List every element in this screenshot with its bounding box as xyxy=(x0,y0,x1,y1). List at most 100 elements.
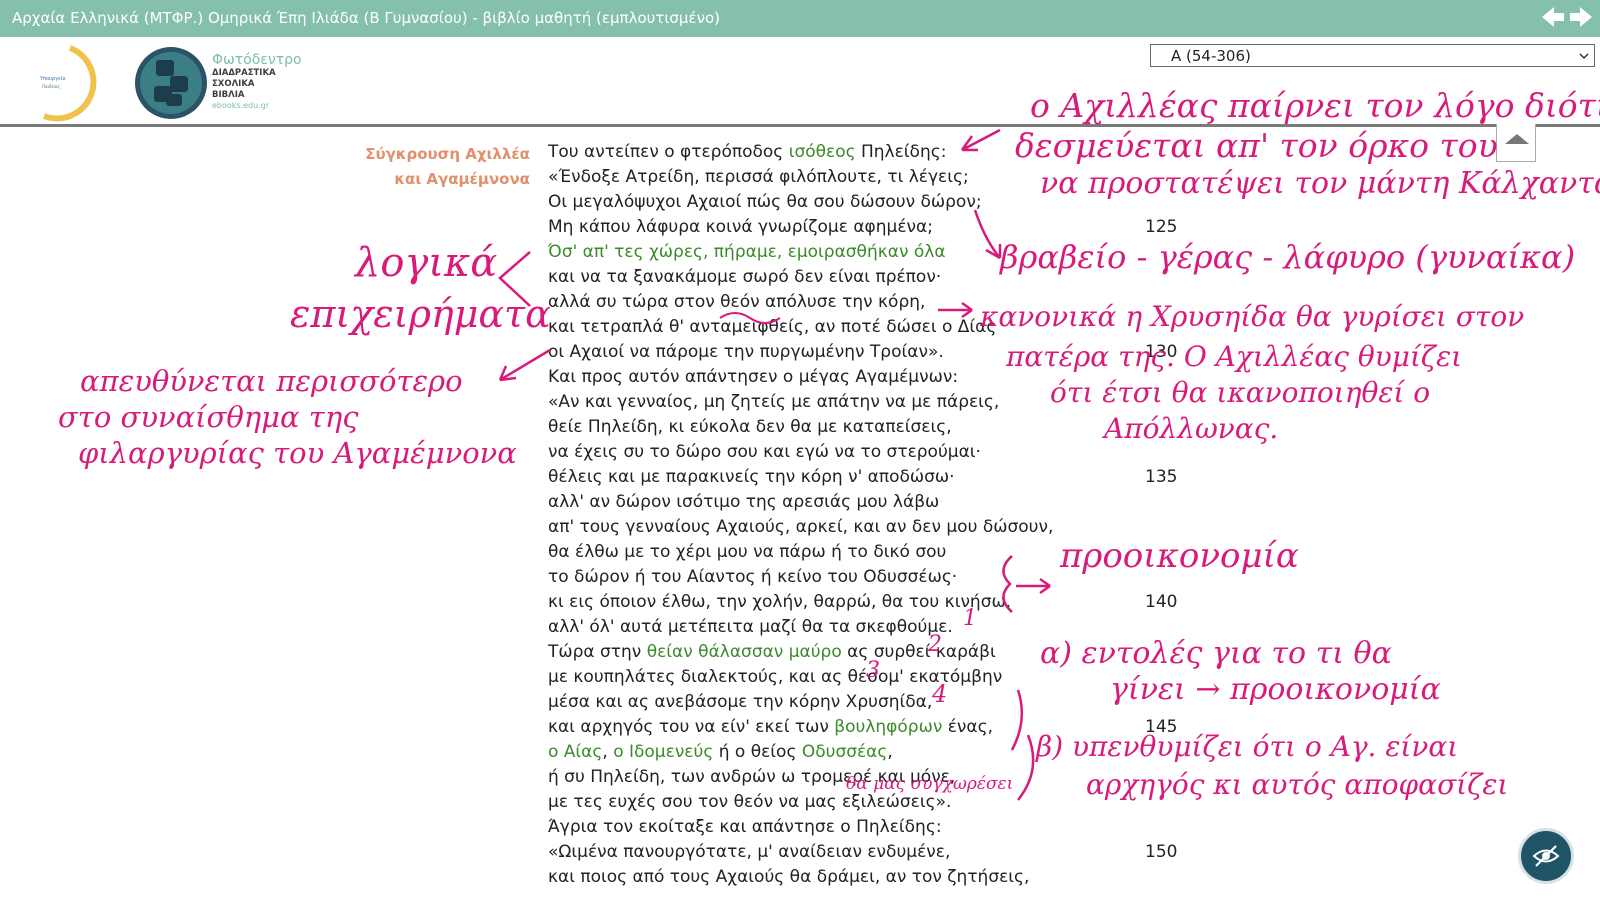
svg-text:Υπουργείο: Υπουργείο xyxy=(39,75,66,82)
poem-text-segment: και να τα ξανακάμομε σωρό δεν είναι πρέπ… xyxy=(548,267,942,287)
poem-line: Άγρια τον εκοίταξε και απάντησε ο Πηλείδ… xyxy=(548,815,1148,840)
poem-line: οι Αχαιοί να πάρομε την πυργωμένην Τροία… xyxy=(548,340,1148,365)
section-title-line-2: και Αγαμέμνονα xyxy=(394,170,530,188)
glossary-term[interactable]: ο Ιδομενεύς xyxy=(613,742,713,762)
poem-text-segment: κι εις όποιον έλθω, την χολήν, θαρρώ, θα… xyxy=(548,592,1012,612)
poem-text-segment: και ποιος από τους Αχαιούς θα δράμει, αν… xyxy=(548,867,1030,887)
poem-text-segment: θείε Πηλείδη, κι εύκολα δεν θα με καταπε… xyxy=(548,417,952,437)
poem-text-segment: να έχεις συ το δώρο σου και εγώ να το στ… xyxy=(548,442,981,462)
poem-line: «Αν και γενναίος, μη ζητείς με απάτην να… xyxy=(548,390,1148,415)
line-number: 140 xyxy=(1145,592,1178,612)
poem-line: με κουπηλάτες διαλεκτούς, και ας θέσομ' … xyxy=(548,665,1148,690)
eye-slash-icon xyxy=(1532,845,1560,867)
poem-text-segment: το δώρον ή του Αίαντος ή κείνο του Οδυσσ… xyxy=(548,567,958,587)
poem-text-segment: θέλεις και με παρακινείς την κόρη ν' απο… xyxy=(548,467,955,487)
poem-line: το δώρον ή του Αίαντος ή κείνο του Οδυσσ… xyxy=(548,565,1148,590)
poem-text-segment: μέσα και ας ανεβάσομε την κόρην Χρυσηίδα… xyxy=(548,692,933,712)
line-number: 150 xyxy=(1145,842,1178,862)
poem-text-segment: με κουπηλάτες διαλεκτούς, και ας θέσομ' … xyxy=(548,667,1003,687)
poem-text-segment: θα έλθω με το χέρι μου να πάρω ή το δικό… xyxy=(548,542,947,562)
brand-sub-2: ΣΧΟΛΙΚΑ xyxy=(212,79,255,89)
poem-text-segment: και αρχηγός του να είν' εκεί των xyxy=(548,717,835,737)
chapter-select[interactable]: Α (54-306) xyxy=(1150,44,1595,67)
poem-line: ή συ Πηλείδη, των ανδρών ω τρομερέ και μ… xyxy=(548,765,1148,790)
line-number: 125 xyxy=(1145,217,1178,237)
poem-text: Του αντείπεν ο φτερόποδος ισόθεος Πηλείδ… xyxy=(548,140,1148,890)
poem-line: και να τα ξανακάμομε σωρό δεν είναι πρέπ… xyxy=(548,265,1148,290)
poem-line: ο Αίας, ο Ιδομενεύς ή ο θείος Οδυσσέας, xyxy=(548,740,1148,765)
poem-line: θα έλθω με το χέρι μου να πάρω ή το δικό… xyxy=(548,540,1148,565)
glossary-term[interactable]: Όσ' απ' τες χώρες, πήραμε, εμοιρασθήκαν … xyxy=(548,242,946,262)
poem-line: αλλ' όλ' αυτά μετέπειτα μαζί θα τα σκεφθ… xyxy=(548,615,1148,640)
poem-text-segment: Μη κάπου λάφυρα κοινά γνωρίζομε αφημένα; xyxy=(548,217,933,237)
poem-text-segment: Πηλείδης: xyxy=(855,142,947,162)
line-number: 130 xyxy=(1145,342,1178,362)
glossary-term[interactable]: βουληφόρων xyxy=(834,717,942,737)
poem-text-segment: «Ωιμένα πανουργότατε, μ' αναίδειαν ενδυμ… xyxy=(548,842,951,862)
appeal-note-2: στο συναίσθημα της xyxy=(58,400,359,434)
poem-text-segment: ένας, xyxy=(942,717,993,737)
poem-text-segment: Άγρια τον εκοίταξε και απάντησε ο Πηλείδ… xyxy=(548,817,942,837)
poem-line: και ποιος από τους Αχαιούς θα δράμει, αν… xyxy=(548,865,1148,890)
svg-text:Παιδείας: Παιδείας xyxy=(42,84,60,89)
arrow-left-icon[interactable] xyxy=(1540,4,1566,30)
arrow-right-icon[interactable] xyxy=(1568,4,1594,30)
poem-text-segment: , xyxy=(887,742,893,762)
poem-line: και αρχηγός του να είν' εκεί των βουληφό… xyxy=(548,715,1148,740)
poem-text-segment: ή ο θείος xyxy=(713,742,802,762)
orders-note-2: γίνει → προοικονομία xyxy=(1110,672,1441,707)
scroll-top-button[interactable] xyxy=(1496,124,1536,162)
poem-text-segment: «Ένδοξε Ατρείδη, περισσά φιλόπλουτε, τι … xyxy=(548,167,969,187)
poem-text-segment: απ' τους γενναίους Αχαιούς, αρκεί, και α… xyxy=(548,517,1054,537)
poem-text-segment: Του αντείπεν ο φτερόποδος xyxy=(548,142,789,162)
poem-text-segment: αλλ' αν δώρον ισότιμο της αρεσιάς μου λά… xyxy=(548,492,940,512)
brand-url: ebooks.edu.gr xyxy=(212,101,270,110)
caret-up-icon xyxy=(1505,134,1529,144)
appeal-note-1: απευθύνεται περισσότερο xyxy=(80,364,463,398)
logic-note-2: επιχειρήματα xyxy=(290,292,551,336)
photodentro-logo xyxy=(135,47,207,119)
line-number: 145 xyxy=(1145,717,1178,737)
brand-sub-3: ΒΙΒΛΙΑ xyxy=(212,90,245,100)
poem-text-segment: ας συρθεί καράβι xyxy=(841,642,996,662)
appeal-note-3: φιλαργυρίας του Αγαμέμνονα xyxy=(78,436,517,470)
brand-name: Φωτόδεντρο xyxy=(212,52,302,68)
reminder-note-2: αρχηγός κι αυτός αποφασίζει xyxy=(1086,768,1509,801)
poem-line: Οι μεγαλόψυχοι Αχαιοί πώς θα σου δώσουν … xyxy=(548,190,1148,215)
glossary-term[interactable]: Οδυσσέας xyxy=(802,742,888,762)
poem-line: με τες ευχές σου τον θεόν να μας εξιλεώσ… xyxy=(548,790,1148,815)
chapter-select-value: Α (54-306) xyxy=(1171,47,1251,65)
chevron-down-icon xyxy=(1579,53,1589,60)
header-divider xyxy=(0,124,1600,127)
toggle-annotations-button[interactable] xyxy=(1518,828,1574,884)
poem-line: Τώρα στην θείαν θάλασσαν μαύρο ας συρθεί… xyxy=(548,640,1148,665)
title-bar: Αρχαία Ελληνικά (ΜΤΦΡ.) Ομηρικά Έπη Ιλιά… xyxy=(0,0,1600,37)
poem-text-segment: «Αν και γενναίος, μη ζητείς με απάτην να… xyxy=(548,392,1000,412)
poem-line: θείε Πηλείδη, κι εύκολα δεν θα με καταπε… xyxy=(548,415,1148,440)
poem-line: απ' τους γενναίους Αχαιούς, αρκεί, και α… xyxy=(548,515,1148,540)
poem-line: «Ωιμένα πανουργότατε, μ' αναίδειαν ενδυμ… xyxy=(548,840,1148,865)
poem-text-segment: ή συ Πηλείδη, των ανδρών ω τρομερέ και μ… xyxy=(548,767,956,787)
poem-line: να έχεις συ το δώρο σου και εγώ να το στ… xyxy=(548,440,1148,465)
glossary-term[interactable]: ο Αίας xyxy=(548,742,602,762)
poem-line: Όσ' απ' τες χώρες, πήραμε, εμοιρασθήκαν … xyxy=(548,240,1148,265)
poem-text-segment: αλλ' όλ' αυτά μετέπειτα μαζί θα τα σκεφθ… xyxy=(548,617,953,637)
poem-line: θέλεις και με παρακινείς την κόρη ν' απο… xyxy=(548,465,1148,490)
poem-text-segment: αλλά συ τώρα στον θεόν απόλυσε την κόρη, xyxy=(548,292,926,312)
glossary-term[interactable]: ισόθεος xyxy=(789,142,856,162)
poem-line: και τετραπλά θ' ανταμειφθείς, αν ποτέ δώ… xyxy=(548,315,1148,340)
poem-text-segment: οι Αχαιοί να πάρομε την πυργωμένην Τροία… xyxy=(548,342,944,362)
glossary-term[interactable]: θείαν θάλασσαν μαύρο xyxy=(647,642,842,662)
poem-text-segment: και τετραπλά θ' ανταμειφθείς, αν ποτέ δώ… xyxy=(548,317,997,337)
poem-text-segment: με τες ευχές σου τον θεόν να μας εξιλεώσ… xyxy=(548,792,952,812)
poem-text-segment: Και προς αυτόν απάντησεν ο μέγας Αγαμέμν… xyxy=(548,367,959,387)
ministry-logo: Υπουργείο Παιδείας xyxy=(39,45,97,122)
poem-line: «Ένδοξε Ατρείδη, περισσά φιλόπλουτε, τι … xyxy=(548,165,1148,190)
poem-line: αλλά συ τώρα στον θεόν απόλυσε την κόρη, xyxy=(548,290,1148,315)
line-number: 135 xyxy=(1145,467,1178,487)
brand-block: Φωτόδεντρο ΔΙΑΔΡΑΣΤΙΚΑ ΣΧΟΛΙΚΑ ΒΙΒΛΙΑ eb… xyxy=(212,52,302,110)
section-title: Σύγκρουση Αχιλλέα και Αγαμέμνονα xyxy=(330,142,530,192)
section-title-line-1: Σύγκρουση Αχιλλέα xyxy=(365,145,530,163)
poem-line: κι εις όποιον έλθω, την χολήν, θαρρώ, θα… xyxy=(548,590,1148,615)
poem-line: Του αντείπεν ο φτερόποδος ισόθεος Πηλείδ… xyxy=(548,140,1148,165)
